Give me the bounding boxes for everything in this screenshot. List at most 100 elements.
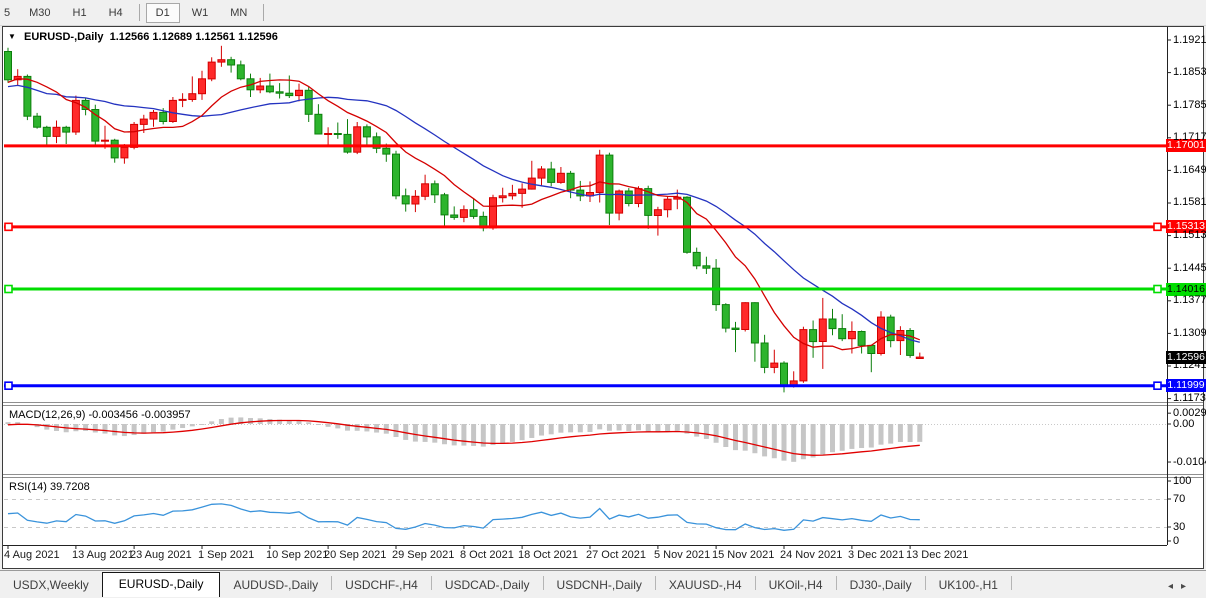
macd-bar xyxy=(636,424,641,430)
macd-bar xyxy=(306,422,311,424)
candle-body xyxy=(625,191,632,204)
macd-bar xyxy=(491,424,496,445)
candle-body xyxy=(82,100,89,109)
candle-body xyxy=(334,134,341,135)
candle-body xyxy=(548,169,555,182)
candle-body xyxy=(567,173,574,190)
candle-body xyxy=(654,210,661,216)
candle-body xyxy=(179,99,186,100)
tab-audusd-daily[interactable]: AUDUSD-,Daily xyxy=(220,574,331,597)
candle-body xyxy=(218,60,225,62)
tabs-scroll-left-icon[interactable]: ◂ xyxy=(1168,581,1181,592)
macd-bar xyxy=(733,424,738,450)
tab-usdchf-h4[interactable]: USDCHF-,H4 xyxy=(332,574,431,597)
candle-body xyxy=(24,76,31,116)
tab-xauusd-h4[interactable]: XAUUSD-,H4 xyxy=(656,574,755,597)
candle-body xyxy=(557,173,564,182)
tab-usdx-weekly[interactable]: USDX,Weekly xyxy=(0,574,102,597)
candle-body xyxy=(722,305,729,329)
candle-body xyxy=(160,112,167,121)
macd-bar xyxy=(44,424,49,430)
tab-separator xyxy=(1011,576,1012,590)
candle-body xyxy=(363,127,370,137)
candle-body xyxy=(266,86,273,92)
candle-body xyxy=(771,363,778,367)
macd-bar xyxy=(830,424,835,452)
macd-bar xyxy=(549,424,554,434)
candle-body xyxy=(868,345,875,353)
macd-bar xyxy=(588,424,593,432)
macd-bar xyxy=(423,424,428,442)
candle-body xyxy=(800,330,807,381)
macd-bar xyxy=(452,424,457,445)
candle-body xyxy=(693,252,700,265)
tab-usdcnh-daily[interactable]: USDCNH-,Daily xyxy=(544,574,655,597)
macd-bar xyxy=(859,424,864,448)
candle-body xyxy=(393,154,400,196)
chart-canvas[interactable] xyxy=(0,0,1206,598)
candle-body xyxy=(121,147,128,158)
candle-body xyxy=(499,196,506,198)
macd-bar xyxy=(112,424,117,435)
candle-body xyxy=(451,215,458,217)
macd-bar xyxy=(219,419,224,424)
macd-bar xyxy=(917,424,922,442)
tab-usdcad-daily[interactable]: USDCAD-,Daily xyxy=(432,574,543,597)
macd-bar xyxy=(200,424,205,425)
candle-body xyxy=(228,60,235,65)
macd-bar xyxy=(529,424,534,438)
macd-bar xyxy=(500,424,505,443)
macd-bar xyxy=(190,424,195,426)
macd-bar xyxy=(6,422,11,424)
candle-body xyxy=(732,328,739,329)
macd-bar xyxy=(141,424,146,434)
candle-body xyxy=(140,119,147,124)
candle-body xyxy=(703,266,710,268)
macd-bar xyxy=(869,424,874,448)
macd-bar xyxy=(568,424,573,432)
macd-bar xyxy=(704,424,709,439)
tab-ukoil-h4[interactable]: UKOil-,H4 xyxy=(756,574,836,597)
candle-body xyxy=(907,331,914,356)
macd-bar xyxy=(151,424,156,432)
macd-bar xyxy=(849,424,854,449)
candle-body xyxy=(460,210,467,218)
candle-body xyxy=(150,112,157,119)
terminal-stage: 5M30H1H4D1W1MN ▼ EURUSD-,Daily 1.12566 1… xyxy=(0,0,1206,598)
candle-body xyxy=(751,303,758,343)
macd-bar xyxy=(607,424,612,431)
tab-dj30-daily[interactable]: DJ30-,Daily xyxy=(837,574,925,597)
candle-body xyxy=(286,93,293,95)
tab-eurusd-daily[interactable]: EURUSD-,Daily xyxy=(102,572,221,597)
candle-body xyxy=(131,124,138,147)
tab-uk100-h1[interactable]: UK100-,H1 xyxy=(926,574,1011,597)
candle-body xyxy=(538,169,545,178)
candle-body xyxy=(431,184,438,195)
candle-body xyxy=(325,134,332,135)
hline-handle[interactable] xyxy=(1154,286,1161,293)
candle-body xyxy=(296,90,303,95)
macd-bar xyxy=(432,424,437,443)
hline-handle[interactable] xyxy=(1154,223,1161,230)
candle-body xyxy=(34,116,41,127)
macd-bar xyxy=(782,424,787,461)
candle-body xyxy=(742,303,749,330)
macd-bar xyxy=(743,424,748,451)
hline-handle[interactable] xyxy=(5,286,12,293)
macd-bar xyxy=(461,424,466,446)
candle-body xyxy=(412,196,419,204)
tabs-scroll-right-icon[interactable]: ▸ xyxy=(1181,581,1194,592)
macd-bar xyxy=(316,424,321,425)
macd-bar xyxy=(752,424,757,453)
macd-bar xyxy=(762,424,767,456)
macd-bar xyxy=(772,424,777,458)
macd-bar xyxy=(170,424,175,430)
hline-handle[interactable] xyxy=(5,382,12,389)
macd-bar xyxy=(229,418,234,424)
hline-handle[interactable] xyxy=(5,223,12,230)
candle-body xyxy=(761,343,768,367)
candle-body xyxy=(5,52,12,80)
candle-body xyxy=(102,140,109,141)
macd-bar xyxy=(520,424,525,440)
hline-handle[interactable] xyxy=(1154,382,1161,389)
